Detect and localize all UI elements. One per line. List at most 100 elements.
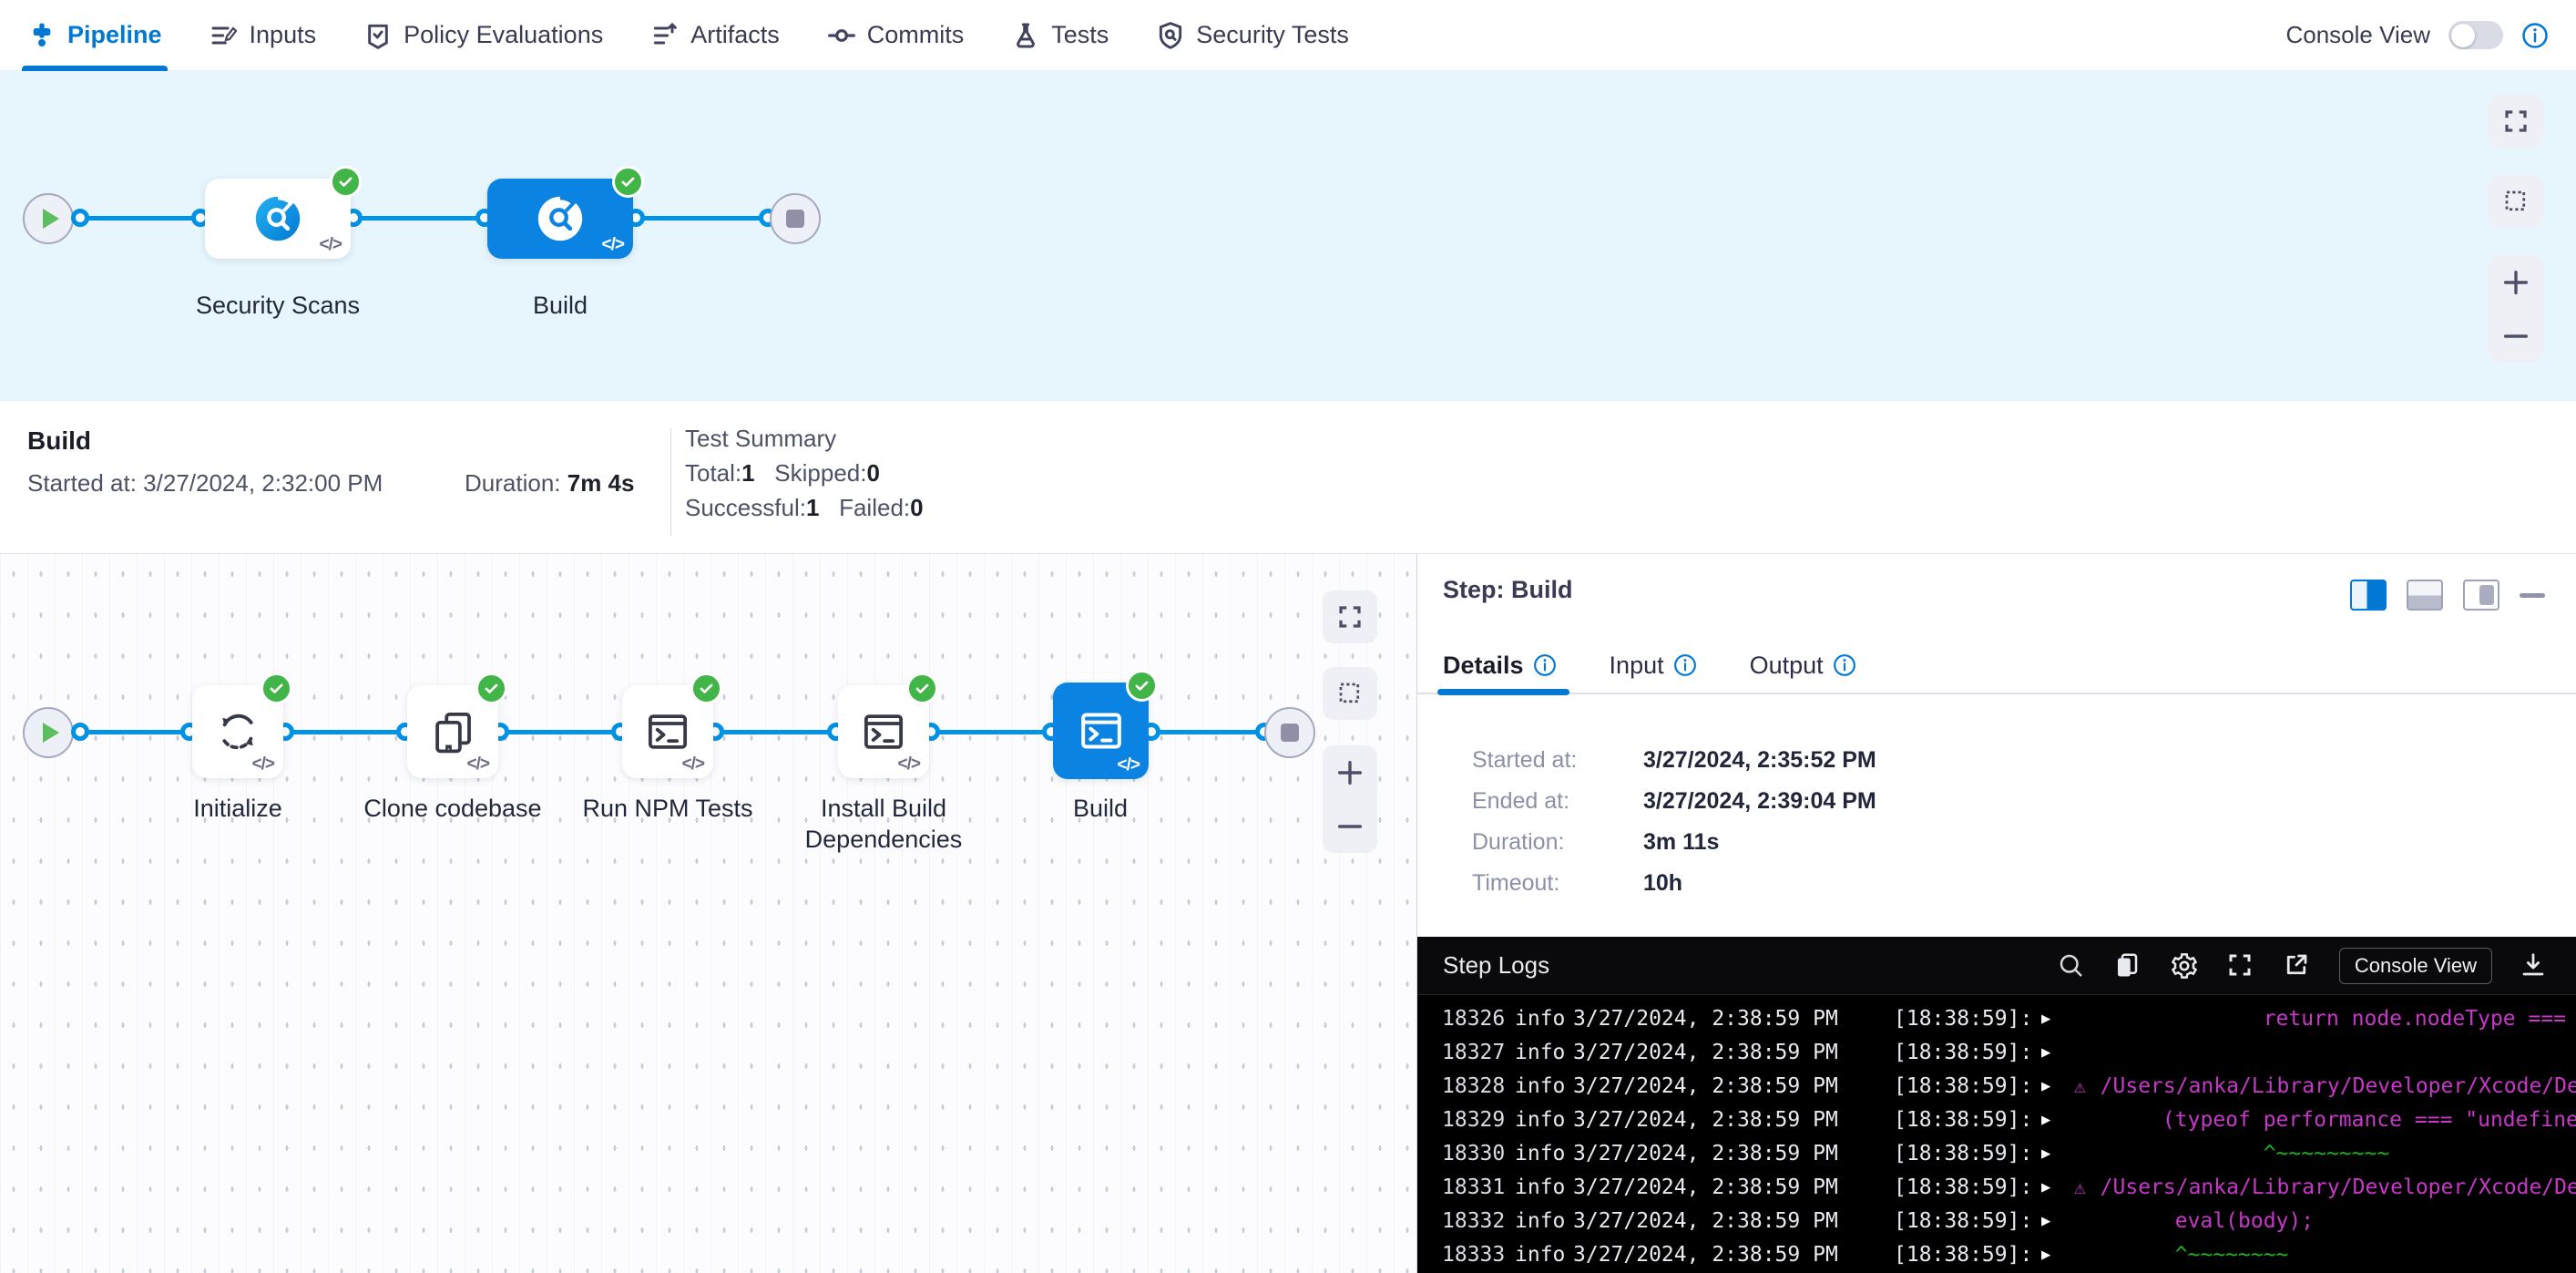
expand-chevron[interactable]: ▶: [2041, 1104, 2074, 1137]
edge-endpoint[interactable]: [71, 723, 89, 741]
log-row: 18331info3/27/2024, 2:38:59 PM[18:38:59]…: [1417, 1171, 2576, 1205]
tab-input[interactable]: Input: [1610, 637, 1697, 693]
play-icon: [43, 209, 59, 229]
test-summary-row1: Total:1 Skipped:0: [685, 456, 924, 490]
zoom-out-button[interactable]: [2500, 321, 2531, 352]
step-canvas-select-button[interactable]: [1323, 667, 1377, 720]
log-level: info: [1515, 1137, 1573, 1171]
tab-policy-evaluations[interactable]: Policy Evaluations: [363, 0, 603, 71]
log-text: ^~~~~~~~~: [2074, 1238, 2576, 1272]
log-text: [2074, 1036, 2576, 1070]
step-graph-canvas[interactable]: </> Initialize </> Clone codebase </> Ru…: [0, 554, 1417, 1273]
tab-output[interactable]: Output: [1750, 637, 1856, 693]
log-date: 3/27/2024, 2:38:59 PM: [1573, 1171, 1894, 1205]
top-navigation: Pipeline Inputs Policy Evaluations Artif…: [0, 0, 2576, 71]
tab-inputs[interactable]: Inputs: [210, 0, 317, 71]
download-icon[interactable]: [2520, 951, 2549, 980]
step-node-install-build-dependencies[interactable]: </>: [838, 685, 929, 778]
tab-label: Policy Evaluations: [404, 21, 603, 49]
stage-node-build[interactable]: </>: [487, 179, 633, 259]
step-logs-actions: Console View: [2057, 948, 2549, 984]
console-view-info-icon[interactable]: [2521, 22, 2549, 49]
tab-label: Inputs: [250, 21, 317, 49]
step-node-build[interactable]: </>: [1053, 683, 1149, 779]
edge-endpoint[interactable]: [71, 209, 89, 227]
details-info-icon[interactable]: [1533, 653, 1557, 677]
divider: [670, 428, 671, 536]
skipped-label: Skipped:: [774, 459, 866, 487]
layout-bottom-panel-icon[interactable]: [2407, 580, 2443, 611]
input-info-icon[interactable]: [1673, 653, 1697, 677]
stage-end-node[interactable]: [770, 193, 821, 244]
stage-start-node[interactable]: [23, 193, 74, 244]
step-logs-header: Step Logs Console View: [1417, 937, 2576, 995]
tab-commits[interactable]: Commits: [827, 0, 965, 71]
search-icon[interactable]: [2057, 951, 2086, 980]
console-view-toggle[interactable]: [2448, 21, 2503, 49]
step-node-label: Initialize: [147, 793, 329, 824]
expand-chevron[interactable]: ▶: [2041, 1036, 2074, 1070]
stage-node-security-scans[interactable]: </>: [205, 179, 351, 259]
test-summary-row2: Successful:1 Failed:0: [685, 490, 924, 525]
stage-graph-canvas[interactable]: </> Security Scans </> Build: [0, 71, 2576, 401]
label-line2: Dependencies: [774, 824, 993, 855]
settings-gear-icon[interactable]: [2170, 951, 2199, 980]
tab-pipeline[interactable]: Pipeline: [27, 0, 162, 71]
layout-floating-panel-icon[interactable]: [2463, 580, 2499, 611]
expand-chevron[interactable]: ▶: [2041, 1002, 2074, 1036]
step-canvas-fullscreen-button[interactable]: [1323, 590, 1377, 643]
stage-canvas-fullscreen-button[interactable]: [2489, 95, 2543, 148]
zoom-out-button[interactable]: [1334, 811, 1365, 842]
total-value: 1: [741, 459, 754, 487]
fullscreen-icon[interactable]: [2226, 951, 2255, 980]
tab-label: Pipeline: [67, 21, 162, 49]
detail-row-ended-at: Ended at: 3/27/2024, 2:39:04 PM: [1472, 788, 1569, 815]
line-number: 18333: [1417, 1238, 1515, 1272]
tab-tests[interactable]: Tests: [1011, 0, 1109, 71]
step-start-node[interactable]: [23, 707, 74, 758]
edge: [77, 216, 205, 221]
log-level: info: [1515, 1070, 1573, 1104]
layout-right-panel-icon[interactable]: [2350, 580, 2387, 611]
log-text-content: /Users/anka/Library/Developer/Xcode/De: [2101, 1175, 2576, 1199]
failed-value: 0: [910, 494, 923, 521]
label-line1: Install Build: [774, 793, 993, 824]
warning-icon: ⚠: [2074, 1176, 2086, 1198]
copy-icon[interactable]: [2113, 951, 2142, 980]
tab-security-tests[interactable]: Security Tests: [1156, 0, 1349, 71]
log-date: 3/27/2024, 2:38:59 PM: [1573, 1104, 1894, 1137]
tab-details[interactable]: Details: [1443, 637, 1557, 693]
expand-chevron[interactable]: ▶: [2041, 1238, 2074, 1272]
pipeline-icon: [27, 21, 56, 50]
zoom-in-button[interactable]: [1334, 757, 1365, 788]
step-node-initialize[interactable]: </>: [192, 685, 283, 778]
step-end-node[interactable]: [1264, 707, 1315, 758]
stage-summary-band: Build Started at: 3/27/2024, 2:32:00 PM …: [0, 401, 2576, 554]
console-view-button[interactable]: Console View: [2339, 948, 2492, 984]
stage-canvas-select-button[interactable]: [2489, 175, 2543, 228]
tab-artifacts[interactable]: Artifacts: [650, 0, 780, 71]
line-number: 18332: [1417, 1205, 1515, 1238]
success-badge: [261, 672, 292, 704]
expand-chevron[interactable]: ▶: [2041, 1171, 2074, 1205]
warning-icon: ⚠: [2074, 1075, 2086, 1097]
detail-label: Ended at:: [1472, 788, 1569, 814]
log-row: 18329info3/27/2024, 2:38:59 PM[18:38:59]…: [1417, 1104, 2576, 1137]
log-time: [18:38:59]:: [1894, 1002, 2041, 1036]
minimize-panel-icon[interactable]: [2520, 593, 2545, 598]
stop-icon: [786, 210, 804, 228]
expand-chevron[interactable]: ▶: [2041, 1205, 2074, 1238]
step-node-run-npm-tests[interactable]: </>: [622, 685, 713, 778]
open-in-new-icon[interactable]: [2283, 951, 2312, 980]
output-info-icon[interactable]: [1833, 653, 1856, 677]
expand-chevron[interactable]: ▶: [2041, 1070, 2074, 1104]
stage-canvas-zoom-controls: [2489, 255, 2543, 363]
log-time: [18:38:59]:: [1894, 1137, 2041, 1171]
tab-label: Input: [1610, 652, 1664, 680]
edge: [287, 730, 407, 734]
step-node-label: Install Build Dependencies: [774, 793, 993, 855]
detail-value: 3m 11s: [1643, 829, 2281, 856]
expand-chevron[interactable]: ▶: [2041, 1137, 2074, 1171]
zoom-in-button[interactable]: [2500, 267, 2531, 298]
step-node-clone-codebase[interactable]: </>: [407, 685, 498, 778]
